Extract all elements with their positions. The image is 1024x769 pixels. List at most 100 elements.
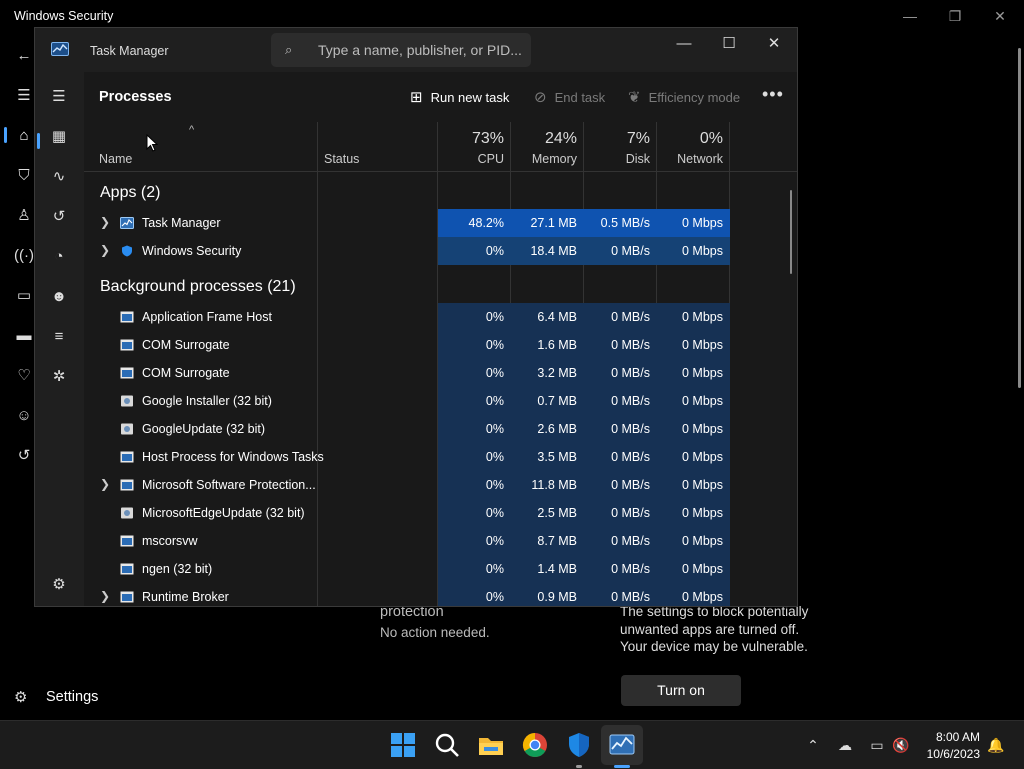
disk-value: 0 MB/s [584, 303, 657, 331]
users-icon[interactable]: ☻ [47, 285, 71, 309]
disk-value: 0 MB/s [584, 527, 657, 555]
memory-value: 3.5 MB [511, 443, 584, 471]
column-header-network[interactable]: Network [657, 152, 723, 166]
hamburger-menu-icon[interactable]: ☰ [47, 85, 71, 109]
run-new-task-button[interactable]: ⊞ Run new task [410, 87, 509, 107]
column-header-memory[interactable]: Memory [511, 152, 577, 166]
tm-minimize-button[interactable]: — [667, 34, 701, 54]
header-divider [84, 171, 797, 172]
process-row[interactable]: Host Process for Windows Tasks 0% 3.5 MB 0 … [84, 443, 797, 471]
ws-close-button[interactable]: ✕ [986, 6, 1014, 26]
ws-minimize-button[interactable]: — [896, 6, 924, 26]
turn-on-button[interactable]: Turn on [621, 675, 741, 706]
process-row[interactable]: ❯ Microsoft Software Protection... 0% 11.8 … [84, 471, 797, 499]
process-row[interactable]: ❯ Runtime Broker 0% 0.9 MB 0 MB/s 0 Mbps [84, 583, 797, 606]
network-icon[interactable]: ▭ [867, 735, 887, 755]
shield-icon[interactable]: ⛉ [14, 166, 34, 186]
process-row[interactable]: mscorsvw 0% 8.7 MB 0 MB/s 0 Mbps [84, 527, 797, 555]
processes-scrollbar[interactable] [790, 190, 792, 274]
disk-value: 0 MB/s [584, 331, 657, 359]
search-placeholder: Type a name, publisher, or PID... [318, 42, 522, 58]
app-browser-icon[interactable]: ▭ [14, 286, 34, 306]
history-icon[interactable]: ↺ [14, 446, 34, 466]
clock-time[interactable]: 8:00 AM [926, 730, 980, 744]
group-header-apps[interactable]: Apps (2) [100, 184, 160, 202]
person-icon[interactable]: ♙ [14, 206, 34, 226]
processes-icon[interactable]: ▦ [47, 125, 71, 149]
memory-value: 3.2 MB [511, 359, 584, 387]
process-name: mscorsvw [142, 534, 198, 548]
expand-chevron-icon[interactable]: ❯ [100, 215, 110, 229]
search-input[interactable]: ⌕ Type a name, publisher, or PID... [271, 33, 531, 67]
process-window-icon [120, 479, 134, 491]
performance-icon[interactable]: ∿ [47, 165, 71, 189]
tm-close-button[interactable]: ✕ [757, 34, 791, 54]
process-row[interactable]: ngen (32 bit) 0% 1.4 MB 0 MB/s 0 Mbps [84, 555, 797, 583]
process-row[interactable]: ❯ Task Manager 48.2% 27.1 MB 0.5 MB/s 0 Mbps [84, 209, 797, 237]
chrome-icon[interactable] [520, 730, 550, 760]
ws-settings-item[interactable]: ⚙ Settings [14, 686, 98, 708]
expand-chevron-icon[interactable]: ❯ [100, 477, 110, 491]
startup-apps-icon[interactable]: ◔ [47, 245, 71, 269]
ws-scrollbar[interactable] [1018, 48, 1021, 388]
memory-value: 18.4 MB [511, 237, 584, 265]
file-explorer-icon[interactable] [476, 730, 506, 760]
back-arrow-icon[interactable]: ← [14, 46, 34, 66]
end-task-button[interactable]: ⊘ End task [534, 87, 605, 107]
end-task-icon: ⊘ [534, 89, 547, 106]
column-header-disk[interactable]: Disk [584, 152, 650, 166]
efficiency-mode-button[interactable]: ❦ Efficiency mode [628, 87, 740, 107]
hamburger-menu-icon[interactable]: ☰ [14, 86, 34, 106]
disk-value: 0.5 MB/s [584, 209, 657, 237]
process-row[interactable]: Google Installer (32 bit) 0% 0.7 MB 0 MB/s 0… [84, 387, 797, 415]
expand-chevron-icon[interactable]: ❯ [100, 589, 110, 603]
family-icon[interactable]: ☺ [14, 406, 34, 426]
tm-maximize-button[interactable]: ☐ [712, 34, 746, 54]
notification-bell-icon[interactable]: 🔔 [986, 735, 1006, 755]
process-window-icon [120, 339, 134, 351]
device-security-icon[interactable]: ▬ [14, 326, 34, 346]
gear-icon[interactable]: ⚙ [47, 573, 71, 597]
process-row[interactable]: ❯ Windows Security 0% 18.4 MB 0 MB/s 0 Mbps [84, 237, 797, 265]
chevron-up-icon[interactable]: ⌃ [803, 735, 823, 755]
column-header-name[interactable]: Name [99, 152, 132, 166]
process-row[interactable]: COM Surrogate 0% 1.6 MB 0 MB/s 0 Mbps [84, 331, 797, 359]
process-row[interactable]: Application Frame Host 0% 6.4 MB 0 MB/s 0 Mb… [84, 303, 797, 331]
protection-status: No action needed. [380, 625, 490, 640]
services-icon[interactable]: ✲ [47, 365, 71, 389]
search-icon[interactable] [432, 730, 462, 760]
network-icon[interactable]: ((·)) [14, 246, 39, 266]
onedrive-cloud-icon[interactable]: ☁ [835, 735, 855, 755]
network-value: 0 Mbps [657, 415, 730, 443]
windows-security-icon[interactable] [564, 730, 594, 760]
process-row[interactable]: GoogleUpdate (32 bit) 0% 2.6 MB 0 MB/s 0 Mbp… [84, 415, 797, 443]
home-icon[interactable]: ⌂ [14, 126, 34, 146]
network-total[interactable]: 0% [657, 130, 723, 148]
column-header-status[interactable]: Status [324, 152, 359, 166]
volume-muted-icon[interactable]: 🔇 [891, 735, 911, 755]
process-row[interactable]: MicrosoftEdgeUpdate (32 bit) 0% 2.5 MB 0 MB… [84, 499, 797, 527]
column-header-cpu[interactable]: CPU [438, 152, 504, 166]
cpu-total[interactable]: 73% [438, 130, 504, 148]
cpu-value: 0% [438, 471, 511, 499]
settings-label: Settings [46, 689, 99, 705]
health-heart-icon[interactable]: ♡ [14, 366, 34, 386]
installer-process-icon [121, 395, 133, 407]
details-icon[interactable]: ≡ [47, 325, 71, 349]
disk-value: 0 MB/s [584, 555, 657, 583]
windows-start-icon[interactable] [388, 730, 418, 760]
group-header-background[interactable]: Background processes (21) [100, 278, 296, 296]
network-value: 0 Mbps [657, 387, 730, 415]
expand-chevron-icon[interactable]: ❯ [100, 243, 110, 257]
process-row[interactable]: COM Surrogate 0% 3.2 MB 0 MB/s 0 Mbps [84, 359, 797, 387]
more-options-button[interactable]: ••• [762, 84, 784, 105]
network-value: 0 Mbps [657, 443, 730, 471]
task-manager-icon[interactable] [607, 730, 637, 760]
ws-maximize-button[interactable]: ❐ [941, 6, 969, 26]
clock-date[interactable]: 10/6/2023 [918, 747, 980, 761]
process-name: Windows Security [142, 244, 242, 258]
network-value: 0 Mbps [657, 303, 730, 331]
memory-total[interactable]: 24% [511, 130, 577, 148]
app-history-icon[interactable]: ↺ [47, 205, 71, 229]
disk-total[interactable]: 7% [584, 130, 650, 148]
